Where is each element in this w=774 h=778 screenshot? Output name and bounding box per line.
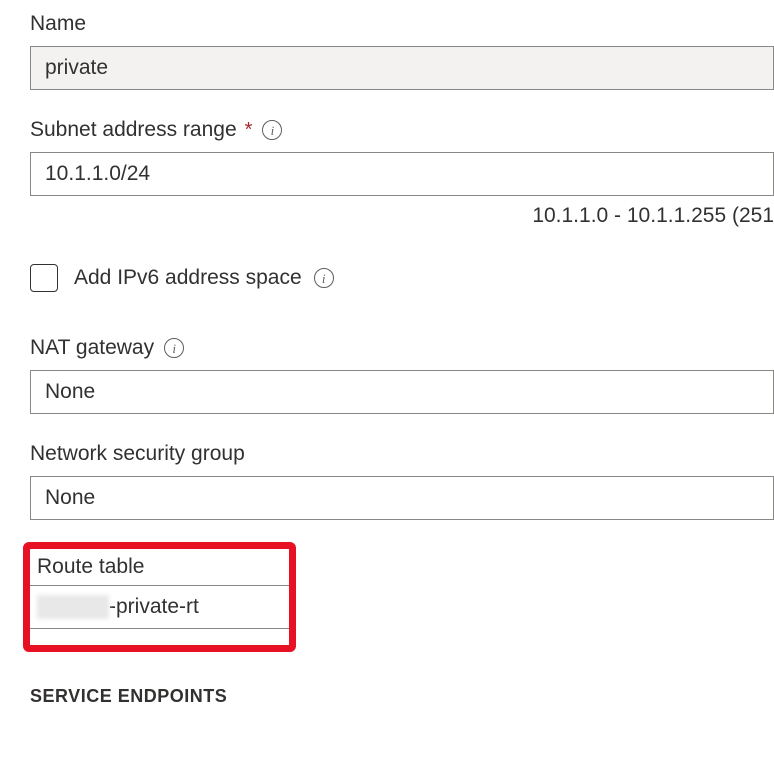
route-table-highlight: Route table -private-rt [23,542,296,652]
nat-gateway-label: NAT gateway i [30,336,774,360]
subnet-range-field-group: Subnet address range * i 10.1.1.0 - 10.1… [30,118,774,228]
route-table-label-text: Route table [37,555,144,579]
nsg-label-text: Network security group [30,442,245,466]
ipv6-label-text: Add IPv6 address space [74,266,302,290]
route-table-label: Route table [30,555,289,579]
subnet-range-label-text: Subnet address range [30,118,237,142]
name-input[interactable] [30,46,774,90]
subnet-form: Name Subnet address range * i 10.1.1.0 -… [0,0,774,707]
nsg-label: Network security group [30,442,774,466]
info-icon[interactable]: i [164,338,184,358]
redacted-prefix [37,595,109,619]
name-label: Name [30,12,774,36]
nsg-value: None [45,486,95,510]
info-icon[interactable]: i [314,268,334,288]
service-endpoints-heading: SERVICE ENDPOINTS [30,686,774,707]
nsg-field-group: Network security group None [30,442,774,520]
nat-gateway-value: None [45,380,95,404]
ipv6-checkbox[interactable] [30,264,58,292]
subnet-range-help-text: 10.1.1.0 - 10.1.1.255 (251 [30,204,774,228]
ipv6-checkbox-label: Add IPv6 address space i [74,266,334,290]
nat-gateway-label-text: NAT gateway [30,336,154,360]
info-icon[interactable]: i [262,120,282,140]
required-asterisk: * [245,119,253,142]
route-table-select[interactable]: -private-rt [30,585,289,629]
subnet-range-label: Subnet address range * i [30,118,774,142]
name-field-group: Name [30,12,774,90]
subnet-range-input[interactable] [30,152,774,196]
route-table-value-suffix: -private-rt [109,595,199,619]
nat-gateway-select[interactable]: None [30,370,774,414]
ipv6-checkbox-row: Add IPv6 address space i [30,264,774,292]
nsg-select[interactable]: None [30,476,774,520]
nat-gateway-field-group: NAT gateway i None [30,336,774,414]
name-label-text: Name [30,12,86,36]
